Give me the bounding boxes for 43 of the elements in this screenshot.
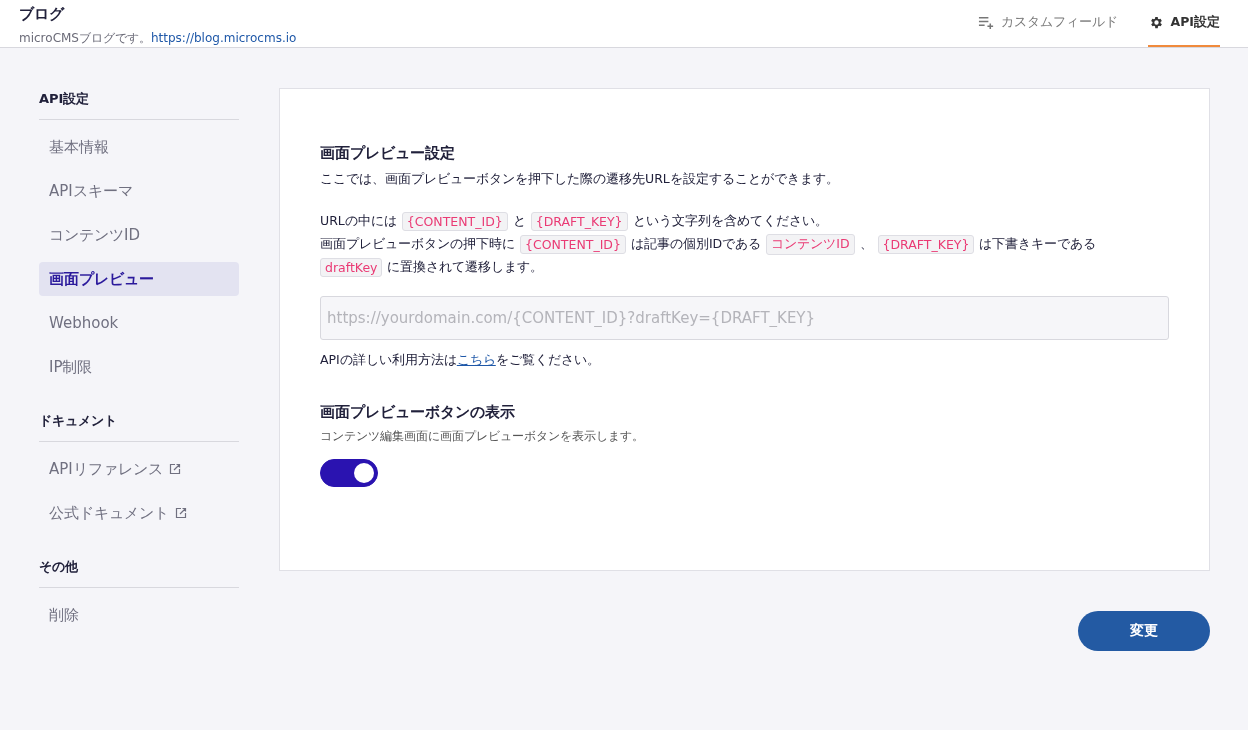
sidebar-item[interactable]: 削除 [39,598,239,632]
sidebar-item[interactable]: コンテンツID [39,218,239,252]
code-tag: {DRAFT_KEY} [530,212,628,231]
external-link-icon [168,463,181,475]
section-description: ここでは、画面プレビューボタンを押下した際の遷移先URLを設定することができます。 [320,171,840,188]
url-input-field[interactable]: https://yourdomain.com/{CONTENT_ID}?draftKey={DRAFT_KEY} [320,296,1169,340]
header-tab[interactable]: カスタムフィールド [977,0,1118,47]
instruction-text: に置換されて遷移します。 [387,259,544,276]
sidebar-item[interactable]: Webhook [39,306,239,340]
sidebar-heading: その他 [39,556,239,588]
help-link[interactable]: こちら [456,352,496,367]
section-title: 画面プレビュー設定 [320,144,456,163]
sidebar-item[interactable]: 基本情報 [39,130,239,164]
instruction-text: 画面プレビューボタンの押下時に [320,236,515,253]
code-tag: コンテンツID [766,234,855,255]
instruction-text: という文字列を含めてください。 [632,213,828,230]
list-add-icon [977,15,995,30]
instruction-text: URLの中には [320,213,397,230]
section-description: コンテンツ編集画面に画面プレビューボタンを表示します。 [320,428,645,445]
site-link[interactable]: https://blog.microcms.io [151,31,297,45]
sidebar-item[interactable]: 画面プレビュー [39,262,239,296]
sidebar-item[interactable]: 公式ドキュメント [39,496,239,530]
header-tab[interactable]: API設定 [1147,0,1220,47]
help-text: APIの詳しい利用方法はこちら をご覧ください。 [320,352,601,369]
sidebar-item[interactable]: IP制限 [39,350,239,384]
code-tag: {CONTENT_ID} [401,212,508,231]
section-title: 画面プレビューボタンの表示 [320,403,516,422]
instruction-text: と [512,213,526,230]
code-tag: {CONTENT_ID} [520,235,626,254]
sidebar-heading: ドキュメント [39,410,239,442]
instruction-text: 、 [859,236,873,253]
code-tag: draftKey [320,258,383,277]
page-title: ブログ [19,5,66,24]
sidebar-heading: API設定 [39,88,239,120]
toggle-switch[interactable] [320,459,378,487]
external-link-icon [175,507,187,519]
change-button[interactable]: 変更 [1078,611,1210,651]
sidebar-item[interactable]: APIリファレンス [39,452,239,486]
page-description: microCMSブログです。 [19,31,151,45]
sidebar-item[interactable]: APIスキーマ [39,174,239,208]
instruction-text: は下書きキーである [979,236,1097,253]
instruction-text: は記事の個別IDである [630,236,762,253]
code-tag: {DRAFT_KEY} [877,235,975,254]
